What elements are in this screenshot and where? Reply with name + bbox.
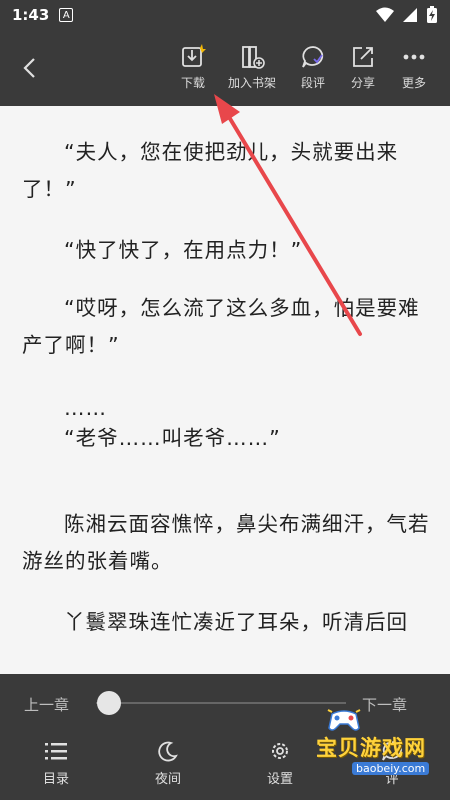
add-to-bookshelf-label: 加入书架 xyxy=(227,76,276,90)
chevron-left-icon xyxy=(23,58,35,78)
paragraph: “夫人，您在使把劲儿，头就要出来了！” xyxy=(22,140,399,201)
paragraph: “哎呀，怎么流了这么多血，怕是要难产了啊！” xyxy=(22,296,420,357)
more-icon xyxy=(403,54,425,60)
reader-toolbar: 下载 加入书架 段评 分享 更多 xyxy=(0,30,450,106)
download-icon xyxy=(182,44,206,67)
paragraph: 陈湘云面容憔悴，鼻尖布满细汗，气若游丝的张着嘴。 xyxy=(22,512,430,573)
add-to-bookshelf-button[interactable]: 加入书架 xyxy=(222,44,282,100)
signal-icon xyxy=(403,8,417,22)
catalog-button[interactable]: 目录 xyxy=(26,740,86,787)
more-label: 更多 xyxy=(401,76,426,90)
prev-chapter-button[interactable]: 上一章 xyxy=(24,694,69,715)
download-label: 下载 xyxy=(180,76,205,90)
paragraph-comment-label: 段评 xyxy=(300,76,325,90)
share-label: 分享 xyxy=(350,76,375,90)
catalog-label: 目录 xyxy=(42,772,69,787)
watermark: 宝贝游戏网 baobeiy.com xyxy=(286,706,436,786)
share-icon xyxy=(353,47,373,67)
paragraph: “快了快了，在用点力！” xyxy=(64,238,303,262)
night-mode-button[interactable]: 夜间 xyxy=(138,740,198,787)
menu-list-icon xyxy=(45,743,67,760)
watermark-url: baobeiy.com xyxy=(352,762,430,775)
paragraph: 丫鬟翠珠连忙凑近了耳朵，听清后回 xyxy=(64,610,408,634)
chapter-progress-thumb[interactable] xyxy=(96,691,121,715)
wifi-icon xyxy=(376,7,394,22)
battery-icon xyxy=(427,6,437,23)
status-time: 1:43 xyxy=(12,6,50,24)
comment-icon xyxy=(302,46,324,68)
watermark-text: 宝贝游戏网 xyxy=(316,736,426,760)
bookshelf-add-icon xyxy=(242,46,265,69)
download-button[interactable]: 下载 xyxy=(163,44,223,100)
chapter-progress-track[interactable] xyxy=(96,702,346,704)
status-bar: 1:43 A xyxy=(0,0,450,30)
gamepad-logo-icon xyxy=(327,709,361,731)
reading-content[interactable]: “夫人，您在使把劲儿，头就要出来了！” “快了快了，在用点力！” “哎呀，怎么流… xyxy=(0,106,450,674)
paragraph: “老爷……叫老爷……” xyxy=(64,426,281,450)
more-button[interactable]: 更多 xyxy=(384,44,444,100)
night-mode-label: 夜间 xyxy=(154,772,181,787)
back-button[interactable] xyxy=(14,48,44,88)
moon-icon xyxy=(158,741,178,762)
app-notification-icon: A xyxy=(59,8,74,22)
